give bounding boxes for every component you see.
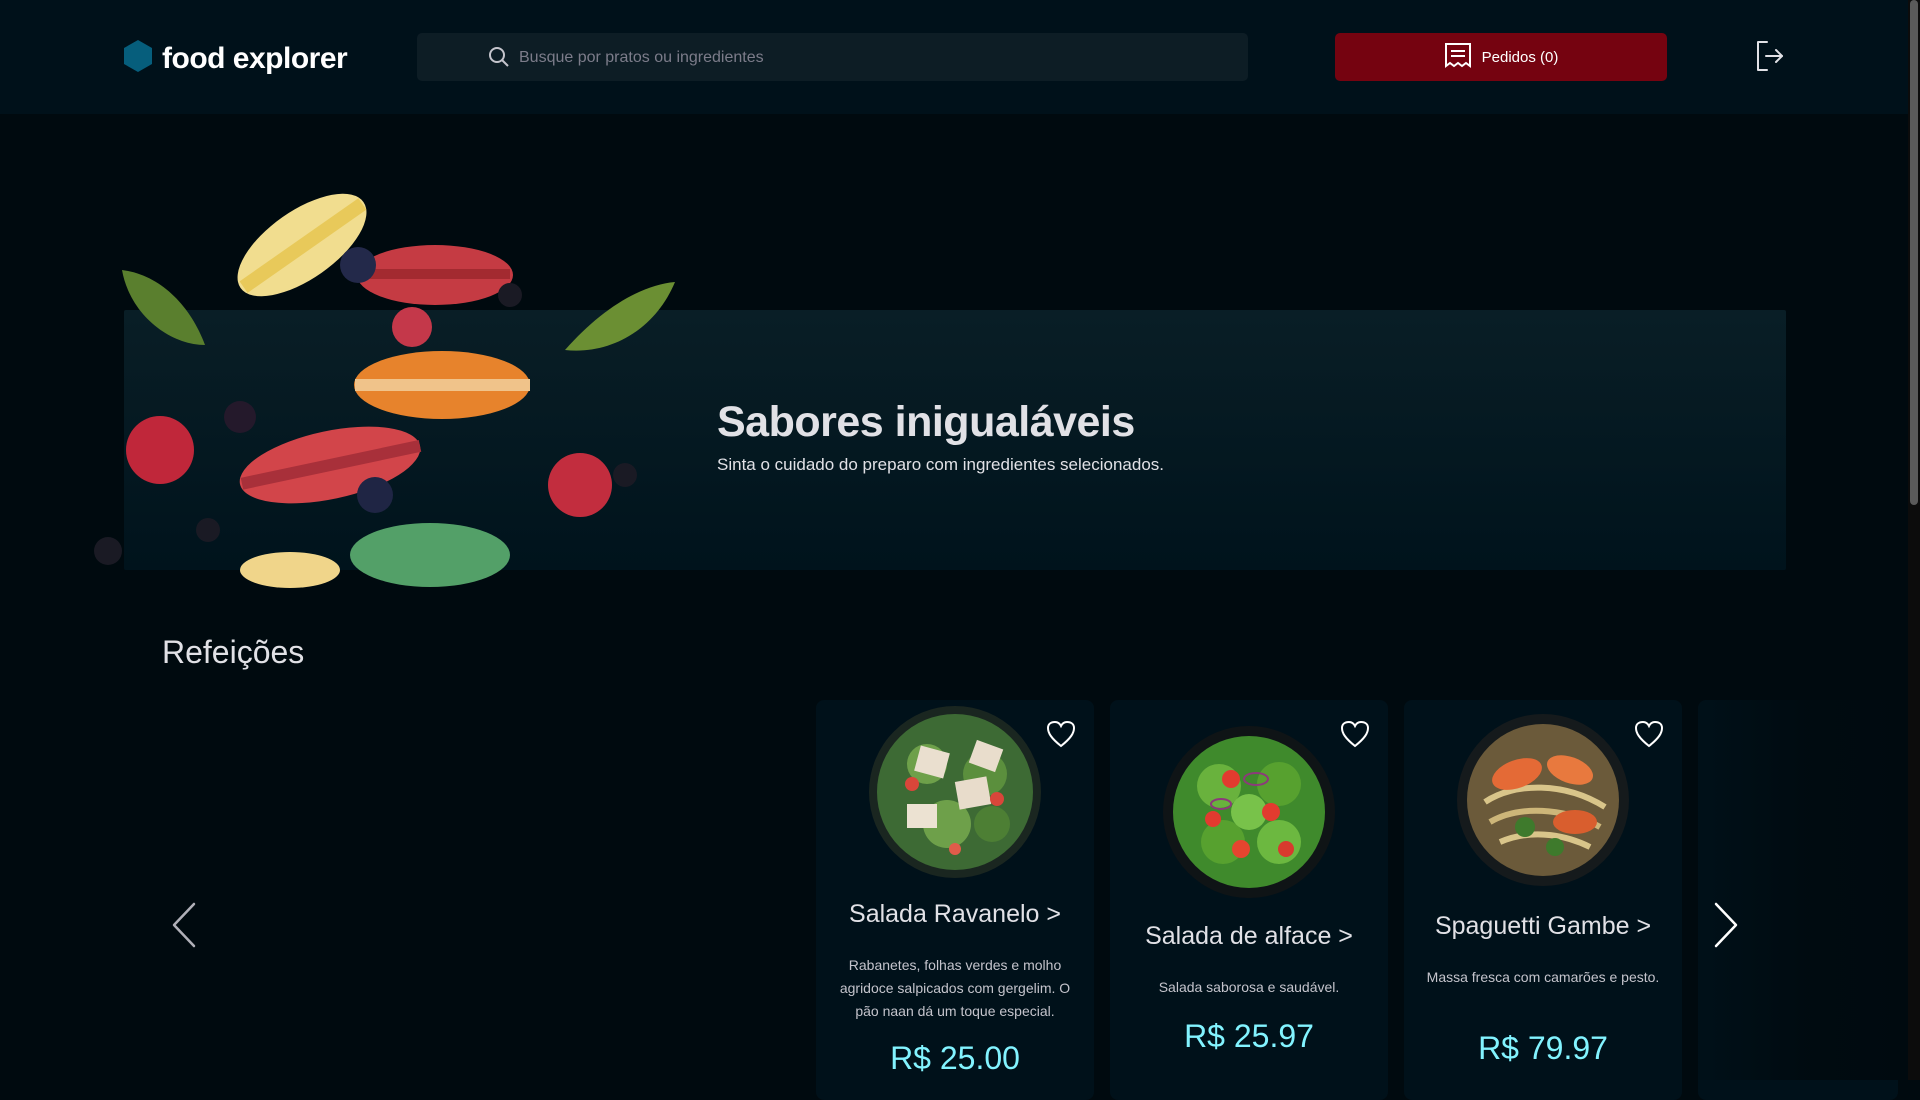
receipt-icon (1444, 42, 1472, 72)
heart-icon[interactable] (1046, 720, 1076, 753)
dish-price: R$ 25.97 (1184, 1018, 1314, 1054)
dish-image (1457, 714, 1629, 886)
brand-name: food explorer (162, 41, 348, 75)
search-input[interactable] (517, 33, 1221, 83)
dish-name[interactable]: Salada de alface > (1110, 922, 1388, 951)
dish-description: Rabanetes, folhas verdes e molho agridoc… (839, 957, 1071, 1019)
dish-price: R$ 25.00 (890, 1040, 1020, 1076)
dish-image (869, 706, 1041, 878)
sign-out-icon[interactable] (1755, 40, 1785, 77)
orders-label: Pedidos (0) (1481, 48, 1559, 66)
search-icon (487, 45, 511, 74)
hexagon-icon (124, 40, 152, 77)
dish-price: R$ 79.97 (1478, 1030, 1608, 1066)
dish-card[interactable]: Salada Ravanelo > Rabanetes, folhas verd… (816, 700, 1094, 1100)
dish-card[interactable]: Spaguetti Gambe > Massa fresca com camar… (1404, 700, 1682, 1100)
banner-subtitle: Sinta o cuidado do preparo com ingredien… (717, 455, 1165, 474)
orders-button[interactable]: Pedidos (0) (1335, 33, 1667, 81)
scrollbar-thumb[interactable] (1910, 0, 1918, 505)
banner-title: Sabores inigualáveis (717, 398, 1135, 446)
chevron-left-icon[interactable] (170, 900, 198, 955)
search-bar[interactable] (417, 33, 1248, 83)
dish-description: Massa fresca com camarões e pesto. (1426, 969, 1660, 985)
brand-logo[interactable]: food explorer (124, 40, 348, 77)
dish-image (1163, 726, 1335, 898)
chevron-right-icon[interactable] (1712, 900, 1740, 955)
section-title: Refeições (162, 634, 305, 670)
heart-icon[interactable] (1340, 720, 1370, 753)
dish-description: Salada saborosa e saudável. (1158, 979, 1340, 995)
macarons-illustration (94, 193, 675, 588)
dish-name[interactable]: Salada Ravanelo > (816, 900, 1094, 929)
dish-name[interactable]: Spaguetti Gambe > (1404, 912, 1682, 941)
dish-card[interactable]: Salada de alface > Salada saborosa e sau… (1110, 700, 1388, 1100)
top-header: food explorer Pedidos (0) (0, 0, 1908, 114)
heart-icon[interactable] (1634, 720, 1664, 753)
